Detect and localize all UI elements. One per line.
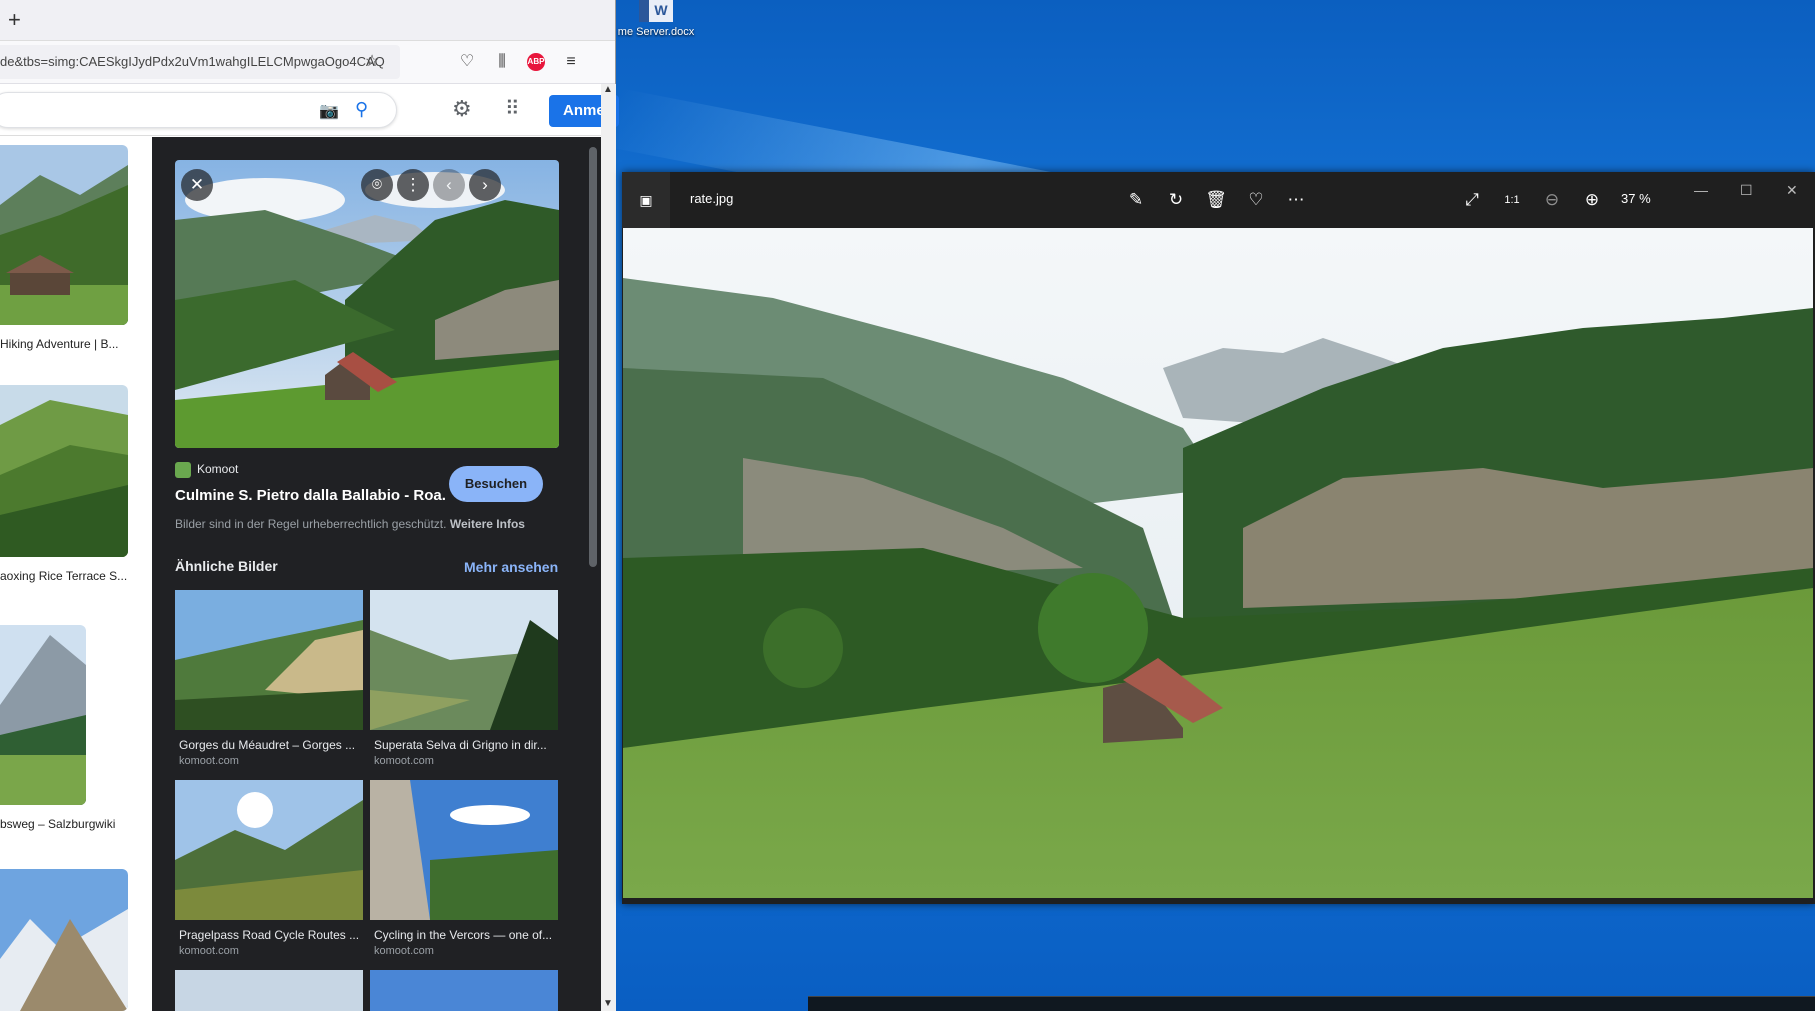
minimize-icon[interactable]: — bbox=[1694, 182, 1708, 198]
desktop-file-icon[interactable]: W me Server.docx bbox=[616, 0, 696, 44]
menu-icon[interactable]: ≡ bbox=[560, 51, 582, 73]
similar-thumbnail[interactable] bbox=[175, 590, 363, 730]
bookmark-star-icon[interactable]: ☆ bbox=[361, 51, 383, 73]
delete-icon[interactable]: 🗑 bbox=[1204, 188, 1228, 212]
adblock-icon[interactable]: ABP bbox=[527, 53, 545, 71]
window-close-icon[interactable]: ✕ bbox=[1786, 182, 1798, 199]
result-item[interactable]: Hiking Adventure | B... bbox=[0, 145, 130, 351]
similar-caption[interactable]: Superata Selva di Grigno in dir... bbox=[370, 738, 558, 752]
fullscreen-icon[interactable]: ⤢ bbox=[1460, 188, 1484, 212]
edit-icon[interactable]: ✎ bbox=[1124, 188, 1148, 212]
preview-image[interactable]: ✕ ⌾ ⋮ ‹ › bbox=[175, 160, 559, 448]
similar-domain: komoot.com bbox=[179, 945, 239, 957]
similar-thumbnail[interactable] bbox=[175, 970, 363, 1011]
pocket-icon[interactable]: ♡ bbox=[456, 51, 478, 73]
source-name: Komoot bbox=[197, 462, 239, 477]
komoot-favicon-icon bbox=[175, 462, 191, 478]
copyright-notice: Bilder sind in der Regel urheberrechtlic… bbox=[175, 517, 525, 531]
source-row[interactable]: Komoot bbox=[175, 462, 238, 478]
result-item[interactable]: bsweg – Salzburgwiki bbox=[0, 625, 130, 831]
similar-item[interactable] bbox=[175, 970, 363, 1011]
result-caption[interactable]: aoxing Rice Terrace S... bbox=[0, 569, 130, 583]
similar-item[interactable]: Gorges du Méaudret – Gorges ... komoot.c… bbox=[175, 590, 363, 767]
search-input[interactable]: 📷 ⚲ bbox=[0, 92, 397, 128]
result-thumbnail[interactable] bbox=[0, 869, 128, 1011]
zoom-in-icon[interactable]: ⊕ bbox=[1580, 188, 1604, 212]
result-caption[interactable]: Hiking Adventure | B... bbox=[0, 337, 130, 351]
tab-strip: + bbox=[0, 0, 615, 41]
page-scrollbar[interactable]: ▲ ▼ bbox=[601, 84, 616, 1011]
photos-app-icon[interactable]: ▣ bbox=[622, 172, 670, 228]
similar-item[interactable]: Superata Selva di Grigno in dir... komoo… bbox=[370, 590, 558, 767]
similar-domain: komoot.com bbox=[374, 945, 434, 957]
more-icon[interactable]: ⋯ bbox=[1284, 188, 1308, 212]
google-header: 📷 ⚲ ⚙ ⠿ Anme bbox=[0, 84, 619, 136]
gear-icon[interactable]: ⚙ bbox=[452, 96, 472, 122]
next-icon[interactable]: › bbox=[469, 169, 501, 201]
more-info-link[interactable]: Weitere Infos bbox=[450, 517, 525, 531]
search-icon[interactable]: ⚲ bbox=[355, 99, 368, 120]
similar-thumbnail[interactable] bbox=[370, 590, 558, 730]
favorite-icon[interactable]: ♡ bbox=[1244, 188, 1268, 212]
more-options-icon[interactable]: ⋮ bbox=[397, 169, 429, 201]
similar-thumbnail[interactable] bbox=[370, 780, 558, 920]
apps-grid-icon[interactable]: ⠿ bbox=[505, 96, 520, 121]
desktop-file-label: me Server.docx bbox=[617, 26, 695, 38]
photos-viewer-window: ▣ rate.jpg ✎ ↻ 🗑 ♡ ⋯ ⤢ 1:1 ⊖ ⊕ 37 % — ☐ … bbox=[622, 172, 1815, 904]
similar-item[interactable] bbox=[370, 970, 558, 1011]
browser-window: + de&tbs=simg:CAESkgIJydPdx2uVm1wahgILEL… bbox=[0, 0, 619, 1011]
scroll-up-icon[interactable]: ▲ bbox=[603, 84, 613, 95]
result-caption[interactable]: bsweg – Salzburgwiki bbox=[0, 817, 130, 831]
panel-scrollbar[interactable] bbox=[585, 137, 601, 1011]
rotate-icon[interactable]: ↻ bbox=[1164, 188, 1188, 212]
screen: W me Server.docx + de&tbs=simg:CAESkgIJy… bbox=[0, 0, 1815, 1011]
similar-domain: komoot.com bbox=[374, 755, 434, 767]
image-results: Hiking Adventure | B... aoxing Rice Terr… bbox=[0, 137, 152, 1011]
similar-thumbnail[interactable] bbox=[370, 970, 558, 1011]
navigation-bar: de&tbs=simg:CAESkgIJydPdx2uVm1wahgILELCM… bbox=[0, 41, 615, 84]
viewer-filename: rate.jpg bbox=[690, 191, 734, 206]
viewer-photo[interactable] bbox=[623, 228, 1813, 898]
result-thumbnail[interactable] bbox=[0, 145, 128, 325]
result-item[interactable] bbox=[0, 869, 130, 1011]
close-icon[interactable]: ✕ bbox=[181, 169, 213, 201]
similar-heading: Ähnliche Bilder bbox=[175, 558, 278, 574]
camera-icon[interactable]: 📷 bbox=[319, 101, 339, 121]
similar-item[interactable]: Cycling in the Vercors — one of... komoo… bbox=[370, 780, 558, 957]
visit-button[interactable]: Besuchen bbox=[449, 466, 543, 502]
taskbar-fragment bbox=[808, 996, 1815, 1011]
similar-domain: komoot.com bbox=[179, 755, 239, 767]
library-icon[interactable]: ⫼ bbox=[491, 51, 513, 73]
result-thumbnail[interactable] bbox=[0, 385, 128, 557]
preview-title[interactable]: Culmine S. Pietro dalla Ballabio - Roa..… bbox=[175, 487, 445, 504]
viewer-titlebar: ▣ rate.jpg ✎ ↻ 🗑 ♡ ⋯ ⤢ 1:1 ⊖ ⊕ 37 % — ☐ … bbox=[622, 172, 1815, 228]
maximize-icon[interactable]: ☐ bbox=[1740, 182, 1753, 199]
similar-thumbnail[interactable] bbox=[175, 780, 363, 920]
result-item[interactable]: aoxing Rice Terrace S... bbox=[0, 385, 130, 583]
copyright-text: Bilder sind in der Regel urheberrechtlic… bbox=[175, 517, 447, 531]
actual-size-icon[interactable]: 1:1 bbox=[1500, 188, 1524, 212]
previous-icon[interactable]: ‹ bbox=[433, 169, 465, 201]
word-doc-icon: W bbox=[639, 0, 673, 22]
zoom-out-icon[interactable]: ⊖ bbox=[1540, 188, 1564, 212]
similar-caption[interactable]: Pragelpass Road Cycle Routes ... bbox=[175, 928, 363, 942]
url-bar[interactable]: de&tbs=simg:CAESkgIJydPdx2uVm1wahgILELCM… bbox=[0, 45, 400, 79]
new-tab-button[interactable]: + bbox=[8, 6, 21, 34]
image-preview-panel: ✕ ⌾ ⋮ ‹ › Komoot Culmine S. Pietro dalla… bbox=[152, 137, 601, 1011]
lens-search-icon[interactable]: ⌾ bbox=[361, 169, 393, 201]
zoom-level: 37 % bbox=[1621, 191, 1651, 206]
scroll-down-icon[interactable]: ▼ bbox=[603, 998, 613, 1009]
similar-caption[interactable]: Cycling in the Vercors — one of... bbox=[370, 928, 558, 942]
similar-caption[interactable]: Gorges du Méaudret – Gorges ... bbox=[175, 738, 363, 752]
see-more-link[interactable]: Mehr ansehen bbox=[464, 559, 558, 575]
panel-scroll-thumb[interactable] bbox=[589, 147, 597, 567]
result-thumbnail[interactable] bbox=[0, 625, 86, 805]
similar-item[interactable]: Pragelpass Road Cycle Routes ... komoot.… bbox=[175, 780, 363, 957]
